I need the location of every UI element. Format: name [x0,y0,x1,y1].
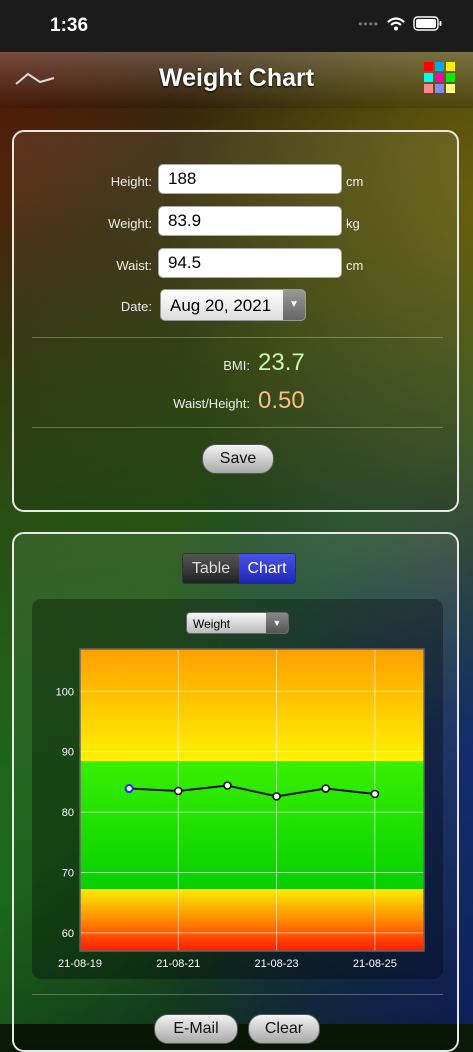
wifi-icon [387,16,405,30]
waist-label: Waist: [116,258,152,273]
waist-unit: cm [346,258,364,273]
range-band [80,649,424,762]
y-tick-label: 80 [62,807,74,819]
status-bar: 1:36 •••• [0,0,473,52]
data-point[interactable] [124,784,134,794]
save-button[interactable]: Save [202,444,274,474]
x-tick-label: 21-08-19 [58,958,102,970]
battery-icon [413,16,442,31]
view-segmented-control: Table Chart [182,553,296,584]
y-tick-label: 70 [62,867,74,879]
height-unit: cm [346,174,364,189]
cellular-icon: •••• [358,16,379,31]
x-tick-label: 21-08-23 [255,958,299,970]
waist-height-label: Waist/Height: [173,396,250,411]
data-point[interactable] [173,786,183,796]
divider [32,427,443,428]
color-swatch [424,73,433,82]
x-tick-label: 21-08-25 [353,958,397,970]
entry-panel: Height: 188 cm Weight: 83.9 kg Waist: 94… [12,130,459,512]
divider [32,994,443,995]
divider [32,337,443,338]
color-swatch [435,62,444,71]
email-button[interactable]: E-Mail [154,1014,238,1044]
date-value: Aug 20, 2021 [170,296,272,315]
date-label: Date: [120,299,152,314]
range-band [80,888,424,951]
color-swatch [446,73,455,82]
history-panel: Table Chart Weight ▼ 60 70 80 90 100 21-… [12,532,459,1052]
weight-label: Weight: [108,216,152,231]
chart-container: Weight ▼ 60 70 80 90 100 21-08-19 21-08-21 21-… [32,599,443,979]
range-band [80,761,424,889]
weight-unit: kg [346,216,360,231]
weight-field[interactable]: 83.9 [158,206,342,236]
height-field[interactable]: 188 [158,164,342,194]
y-tick-label: 90 [62,747,74,759]
color-swatch [424,84,433,93]
y-tick-label: 100 [56,686,74,698]
status-icons: •••• [358,16,443,31]
color-swatch [424,62,433,71]
data-point[interactable] [223,781,232,790]
height-label: Height: [110,174,152,189]
data-point[interactable] [370,789,380,799]
x-tick-label: 21-08-21 [156,958,200,970]
dropdown-arrow-icon: ▼ [283,290,305,320]
tab-chart[interactable]: Chart [239,554,295,583]
page-title: Weight Chart [158,64,315,92]
date-picker[interactable]: Aug 20, 2021 ▼ [160,289,306,321]
color-swatch [435,73,444,82]
nav-bar: Weight Chart [0,52,473,108]
weight-chart: 60 70 80 90 100 21-08-19 21-08-21 21-08-23 21-0… [56,648,425,970]
tab-table[interactable]: Table [183,554,239,583]
color-swatch [446,62,455,71]
color-grid-icon[interactable] [424,62,455,93]
waist-field[interactable]: 94.5 [158,248,342,278]
color-swatch [435,84,444,93]
clear-button[interactable]: Clear [248,1014,320,1044]
data-point[interactable] [321,784,331,793]
data-point[interactable] [272,792,281,801]
status-time: 1:36 [50,15,89,36]
bmi-label: BMI: [223,358,250,373]
color-swatch [446,84,455,93]
waist-height-value: 0.50 [258,387,305,414]
bmi-value: 23.7 [258,349,305,376]
y-tick-label: 60 [62,928,74,940]
